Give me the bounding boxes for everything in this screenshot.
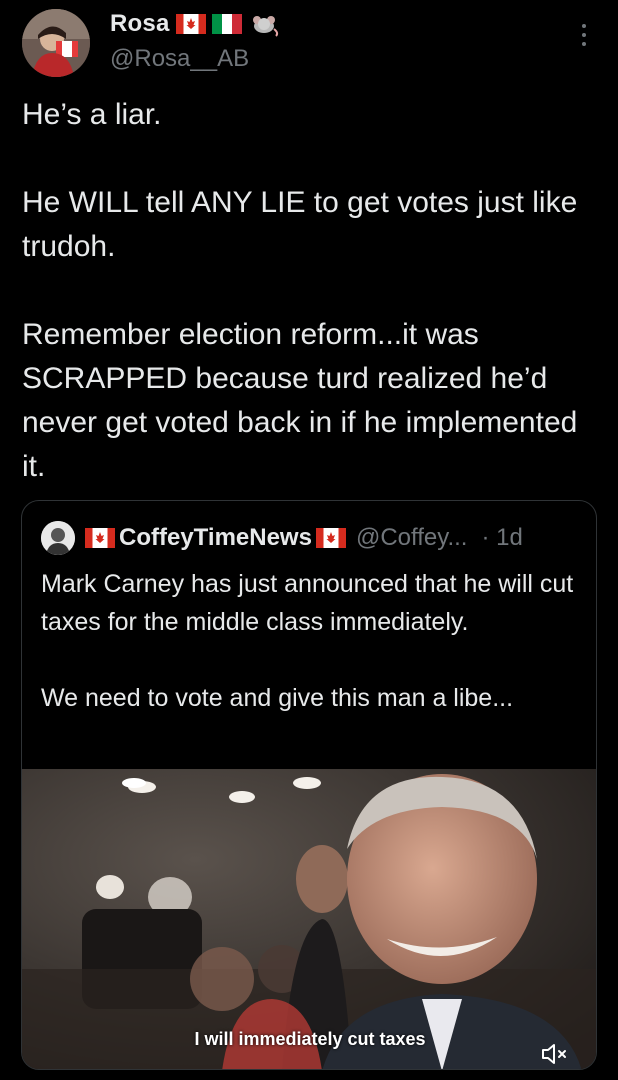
quoted-author-display-name[interactable]: CoffeyTimeNews [119, 524, 312, 552]
avatar-portrait-icon [41, 521, 75, 555]
italy-flag-icon [211, 14, 242, 34]
author-handle[interactable]: @Rosa__AB [110, 45, 249, 73]
author-name-row: Rosa [110, 10, 280, 38]
quoted-post-timestamp[interactable]: · 1d [481, 524, 522, 552]
volume-muted-icon[interactable] [540, 1042, 570, 1066]
quoted-post-text: Mark Carney has just announced that he w… [41, 570, 574, 712]
quoted-author-handle[interactable]: @Coffey... [356, 524, 468, 552]
canada-flag-icon [175, 14, 206, 34]
avatar-photo-icon [22, 9, 90, 77]
video-frame-image [22, 769, 596, 1069]
dot-icon [582, 33, 586, 37]
canada-flag-icon [315, 528, 346, 548]
more-options-button[interactable] [574, 20, 594, 50]
dot-icon [582, 42, 586, 46]
status-strip [0, 0, 618, 8]
quoted-author-avatar[interactable] [41, 521, 75, 555]
author-display-name[interactable]: Rosa [110, 10, 170, 38]
video-player[interactable]: I will immediately cut taxes [22, 769, 596, 1069]
quoted-post-header: CoffeyTimeNews @Coffey... · 1d [41, 521, 523, 555]
quoted-post[interactable]: CoffeyTimeNews @Coffey... · 1d Mark Carn… [21, 500, 597, 1070]
author-avatar[interactable] [22, 9, 90, 77]
dot-icon [582, 24, 586, 28]
rat-icon [252, 16, 278, 37]
post-text: He’s a liar. He WILL tell ANY LIE to get… [22, 98, 578, 483]
canada-flag-icon [85, 528, 115, 548]
video-caption: I will immediately cut taxes [194, 1029, 426, 1049]
